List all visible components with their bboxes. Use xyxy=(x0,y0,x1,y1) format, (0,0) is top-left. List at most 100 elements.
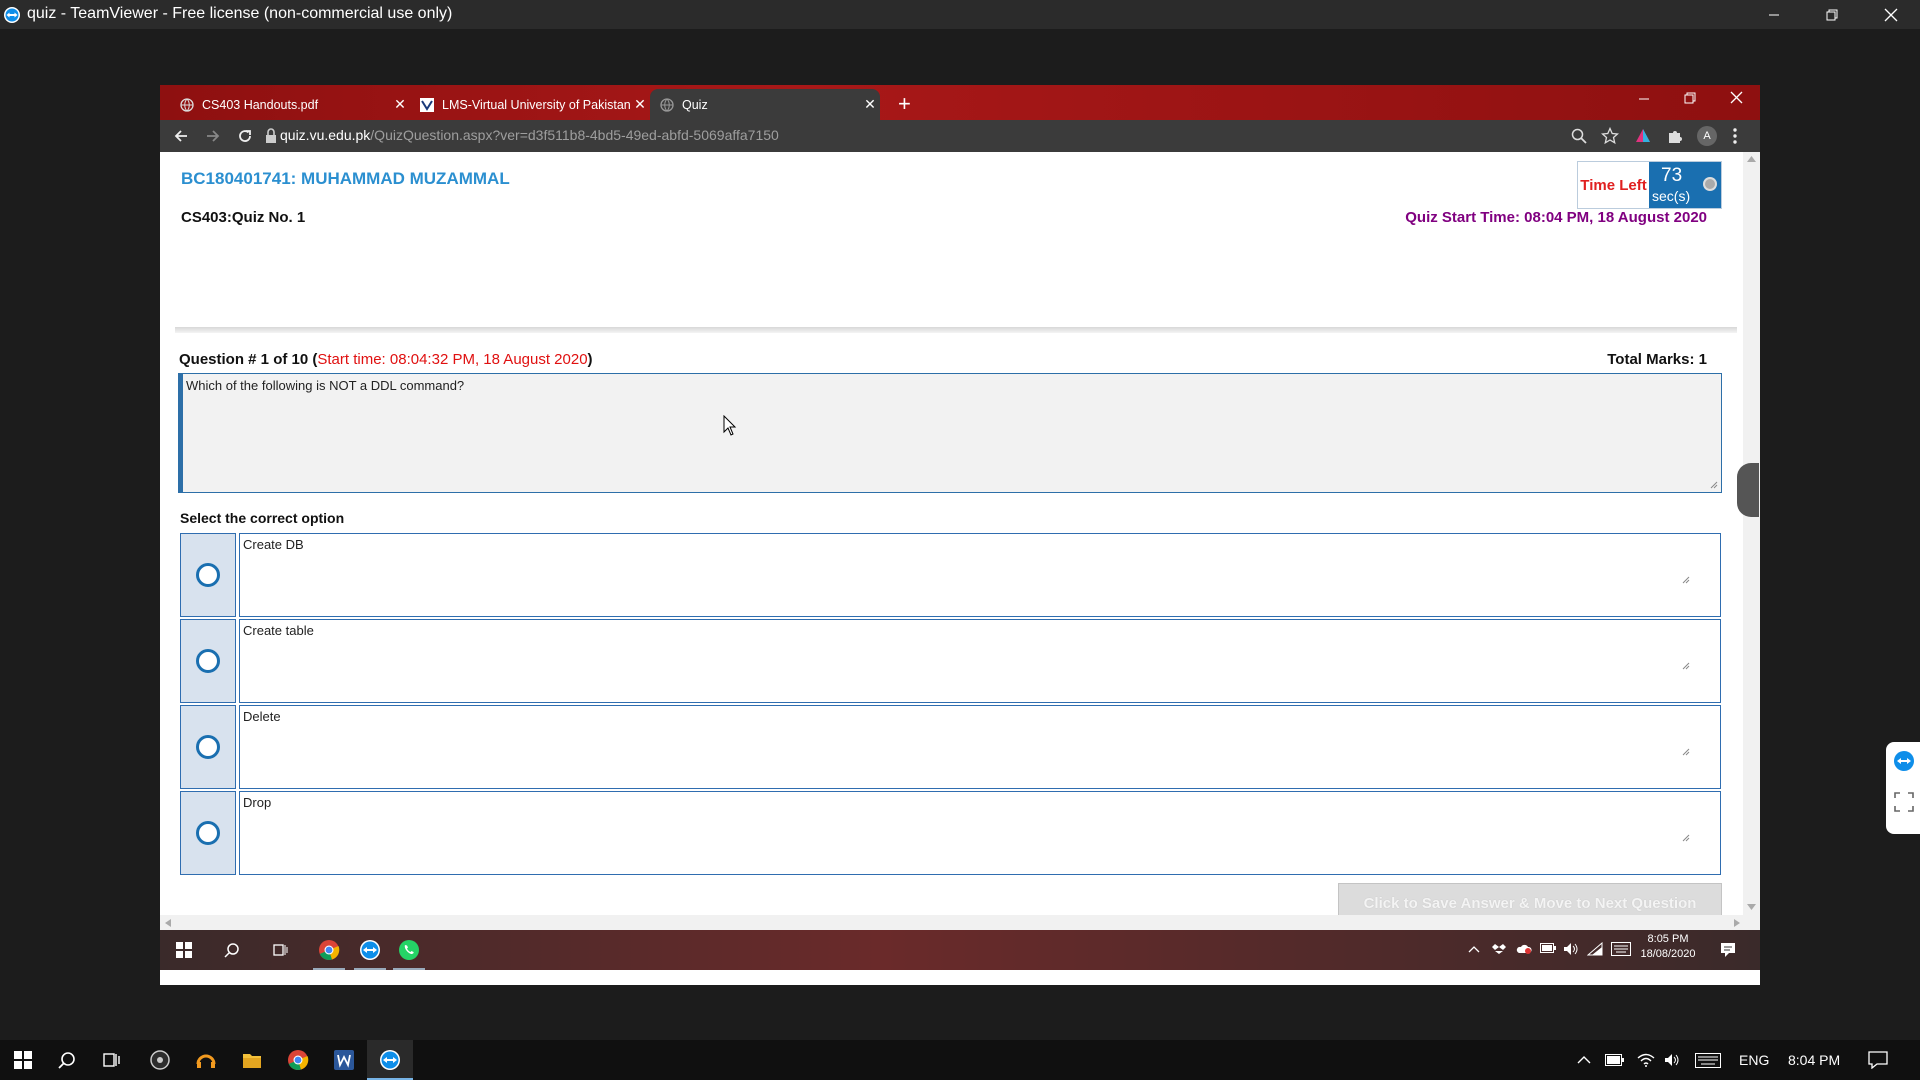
option-radio-3[interactable] xyxy=(180,705,236,789)
language-indicator[interactable]: ENG xyxy=(1739,1052,1769,1068)
remote-browser-window: CS403 Handouts.pdf ✕ LMS-Virtual Univers… xyxy=(160,85,1760,985)
start-button[interactable] xyxy=(0,1040,46,1080)
address-bar[interactable]: quiz.vu.edu.pk/QuizQuestion.aspx?ver=d3f… xyxy=(280,127,779,143)
student-name: BC180401741: MUHAMMAD MUZAMMAL xyxy=(181,169,510,188)
action-center-icon[interactable] xyxy=(1868,1051,1888,1069)
tab-close-icon[interactable]: ✕ xyxy=(390,96,410,113)
remote-side-handle[interactable] xyxy=(1737,463,1759,517)
browser-restore-button[interactable] xyxy=(1684,92,1696,104)
profile-avatar[interactable]: A xyxy=(1697,126,1717,146)
remote-tray-chevron-icon[interactable] xyxy=(1468,945,1480,953)
question-text: Which of the following is NOT a DDL comm… xyxy=(186,378,465,393)
browser-minimize-button[interactable] xyxy=(1638,93,1650,105)
header-divider xyxy=(175,327,1737,333)
bookmark-star-icon[interactable] xyxy=(1601,127,1619,145)
resize-grip-icon[interactable] xyxy=(1710,481,1718,489)
vertical-scrollbar[interactable] xyxy=(1743,152,1760,915)
keyboard-icon[interactable] xyxy=(1695,1053,1721,1068)
close-button[interactable] xyxy=(1862,0,1920,29)
resize-grip-icon[interactable] xyxy=(1682,576,1690,584)
restore-button[interactable] xyxy=(1803,0,1861,29)
select-option-label: Select the correct option xyxy=(180,510,345,526)
option-radio-4[interactable] xyxy=(180,791,236,875)
remote-onedrive-icon[interactable] xyxy=(1516,942,1532,954)
tab-cs403-handouts[interactable]: CS403 Handouts.pdf ✕ xyxy=(170,89,410,120)
remote-keyboard-icon[interactable] xyxy=(1611,942,1631,956)
tab-close-icon[interactable]: ✕ xyxy=(630,96,650,113)
tab-lms[interactable]: LMS-Virtual University of Pakistan ✕ xyxy=(410,89,650,120)
total-marks: Total Marks: 1 xyxy=(1607,351,1707,368)
vu-logo-icon xyxy=(420,97,434,112)
option-radio-2[interactable] xyxy=(180,619,236,703)
scroll-left-arrow-icon[interactable] xyxy=(165,919,171,927)
remote-taskbar: 8:05 PM 18/08/2020 xyxy=(160,930,1760,970)
remote-wifi-icon[interactable] xyxy=(1587,942,1603,956)
remote-notifications-icon[interactable] xyxy=(1720,942,1736,958)
forward-button[interactable] xyxy=(204,127,222,145)
headphones-app-icon[interactable] xyxy=(183,1040,229,1080)
question-number: Question # 1 of 10 ( xyxy=(179,351,318,368)
option-radio-1[interactable] xyxy=(180,533,236,617)
time-left-label: Time Left xyxy=(1578,162,1649,208)
tab-close-icon[interactable]: ✕ xyxy=(860,96,880,113)
new-tab-button[interactable]: + xyxy=(898,91,911,117)
tab-quiz[interactable]: Quiz ✕ xyxy=(650,89,880,120)
zoom-icon[interactable] xyxy=(1570,127,1588,145)
file-explorer-icon[interactable] xyxy=(229,1040,275,1080)
url-host: quiz.vu.edu.pk xyxy=(280,127,371,143)
teamviewer-titlebar: quiz - TeamViewer - Free license (non-co… xyxy=(0,0,1920,29)
extensions-puzzle-icon[interactable] xyxy=(1666,127,1684,145)
browser-close-button[interactable] xyxy=(1730,91,1743,104)
time-left-seconds: 73 xyxy=(1661,165,1683,186)
remote-volume-icon[interactable] xyxy=(1563,942,1579,956)
option-text: Create DB xyxy=(243,537,304,552)
remote-chrome-icon[interactable] xyxy=(309,930,349,970)
tab-label: CS403 Handouts.pdf xyxy=(202,97,319,112)
remote-dropbox-icon[interactable] xyxy=(1492,942,1506,956)
wifi-icon[interactable] xyxy=(1637,1053,1655,1067)
resize-grip-icon[interactable] xyxy=(1682,662,1690,670)
remote-clock[interactable]: 8:05 PM 18/08/2020 xyxy=(1638,933,1698,960)
option-row-3: Delete xyxy=(180,705,1721,789)
scroll-right-arrow-icon[interactable] xyxy=(1734,919,1740,927)
globe-icon xyxy=(180,97,194,112)
option-textbox-4[interactable]: Drop xyxy=(239,791,1721,875)
option-textbox-3[interactable]: Delete xyxy=(239,705,1721,789)
horizontal-scrollbar[interactable] xyxy=(160,915,1760,930)
question-textarea[interactable]: Which of the following is NOT a DDL comm… xyxy=(178,373,1722,493)
question-start-time: Start time: 08:04:32 PM, 18 August 2020 xyxy=(317,351,588,368)
fullscreen-expand-icon[interactable] xyxy=(1894,792,1914,812)
resize-grip-icon[interactable] xyxy=(1682,834,1690,842)
teamviewer-panel-logo-icon[interactable] xyxy=(1893,750,1915,772)
radio-circle-icon xyxy=(196,563,220,587)
remote-task-view-icon[interactable] xyxy=(260,930,300,970)
remote-search-icon[interactable] xyxy=(212,930,252,970)
remote-teamviewer-icon[interactable] xyxy=(350,930,390,970)
volume-icon[interactable] xyxy=(1664,1053,1682,1067)
forward-arrow-icon xyxy=(207,130,220,142)
system-clock[interactable]: 8:04 PM xyxy=(1788,1052,1840,1068)
option-textbox-2[interactable]: Create table xyxy=(239,619,1721,703)
extension-icon[interactable] xyxy=(1634,127,1652,145)
teamviewer-app-icon[interactable] xyxy=(367,1040,413,1080)
teamviewer-logo-icon xyxy=(3,6,21,24)
scroll-down-arrow-icon[interactable] xyxy=(1747,904,1756,910)
word-app-icon[interactable] xyxy=(321,1040,367,1080)
resize-grip-icon[interactable] xyxy=(1682,748,1690,756)
minimize-button[interactable] xyxy=(1745,0,1803,29)
quiz-page: BC180401741: MUHAMMAD MUZAMMAL CS403:Qui… xyxy=(160,152,1743,923)
reload-button[interactable] xyxy=(236,127,254,145)
remote-whatsapp-icon[interactable] xyxy=(389,930,429,970)
tray-chevron-icon[interactable] xyxy=(1577,1055,1591,1064)
windows-taskbar: ENG 8:04 PM xyxy=(0,1040,1920,1080)
menu-kebab-icon[interactable] xyxy=(1732,127,1750,145)
search-button[interactable] xyxy=(44,1040,90,1080)
option-textbox-1[interactable]: Create DB xyxy=(239,533,1721,617)
chrome-app-icon[interactable] xyxy=(275,1040,321,1080)
task-view-button[interactable] xyxy=(88,1040,134,1080)
back-button[interactable] xyxy=(172,127,190,145)
tab-strip: CS403 Handouts.pdf ✕ LMS-Virtual Univers… xyxy=(160,85,1760,120)
obs-app-icon[interactable] xyxy=(137,1040,183,1080)
remote-start-icon[interactable] xyxy=(164,930,204,970)
scroll-up-arrow-icon[interactable] xyxy=(1747,156,1756,162)
